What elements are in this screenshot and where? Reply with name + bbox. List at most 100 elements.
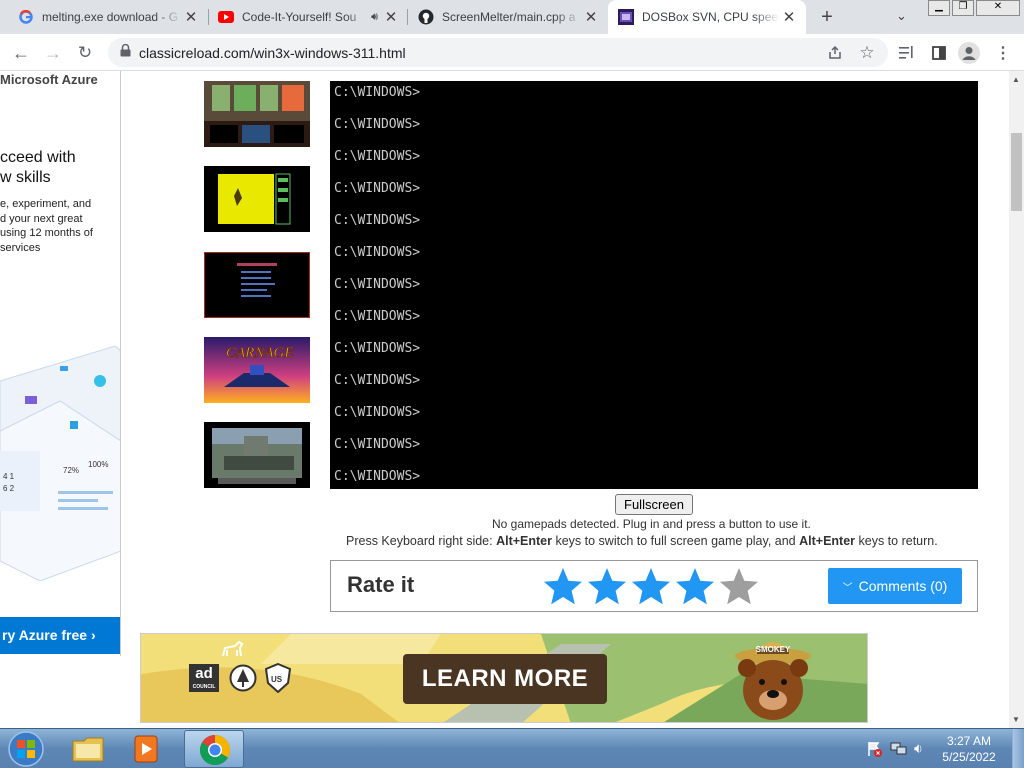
scroll-thumb[interactable]	[1011, 133, 1022, 211]
game-thumbnail[interactable]	[204, 422, 310, 488]
tab-title: ScreenMelter/main.cpp a	[442, 10, 576, 24]
svg-text:CARNAGE: CARNAGE	[226, 345, 294, 361]
dos-prompt-line: C:\WINDOWS>	[334, 213, 421, 228]
youtube-icon	[218, 9, 234, 25]
tab-search-chevron-icon[interactable]: ⌄	[896, 8, 907, 24]
tab-dosbox[interactable]: DOSBox SVN, CPU speed ✕	[608, 0, 806, 34]
usfs-shield-icon: US	[264, 662, 292, 698]
menu-kebab-icon[interactable]: ⋮	[990, 40, 1016, 66]
github-icon	[418, 9, 434, 25]
star-filled-icon[interactable]	[588, 568, 626, 605]
dos-prompt-line: C:\WINDOWS>	[334, 309, 421, 324]
tab-title: melting.exe download - G	[42, 10, 179, 24]
chevron-down-icon: ﹀	[842, 582, 853, 594]
svg-text:72%: 72%	[63, 466, 79, 475]
chrome-icon	[199, 735, 231, 766]
chrome-taskbar-button[interactable]	[184, 730, 244, 768]
rating-box: Rate it ﹀ Comments (0)	[330, 560, 978, 612]
star-empty-icon[interactable]	[720, 568, 758, 605]
dos-prompt-line: C:\WINDOWS>	[334, 277, 421, 292]
svg-text:4 1: 4 1	[3, 472, 15, 481]
comments-button[interactable]: ﹀ Comments (0)	[828, 568, 962, 604]
lock-icon[interactable]	[120, 43, 131, 62]
dos-prompt-line: C:\WINDOWS>	[334, 117, 421, 132]
tab-github[interactable]: ScreenMelter/main.cpp a ✕	[408, 0, 608, 34]
fullscreen-button[interactable]: Fullscreen	[615, 494, 693, 515]
azure-body: e, experiment, and	[0, 198, 92, 210]
azure-ad[interactable]: Microsoft Azure cceed with w skills e, e…	[0, 71, 121, 656]
close-tab-icon[interactable]: ✕	[582, 8, 600, 26]
close-tab-icon[interactable]: ✕	[780, 8, 798, 26]
back-icon[interactable]: ←	[8, 40, 34, 66]
svg-text:6 2: 6 2	[3, 484, 15, 493]
dos-prompt-line: C:\WINDOWS>	[334, 373, 421, 388]
azure-tagline: cceed with	[0, 149, 76, 166]
new-tab-icon[interactable]: +	[816, 6, 838, 28]
dos-prompt-line: C:\WINDOWS>	[334, 149, 421, 164]
game-thumbnail[interactable]	[204, 252, 310, 318]
browser-toolbar: ← → ↻ classicreload.com/win3x-windows-31…	[0, 34, 1024, 71]
svg-text:US: US	[271, 675, 283, 684]
rating-stars[interactable]	[541, 566, 761, 608]
network-icon[interactable]	[890, 741, 908, 762]
side-panel-icon[interactable]	[926, 40, 952, 66]
learn-more-button[interactable]: LEARN MORE	[403, 654, 607, 704]
google-icon	[18, 9, 34, 25]
media-player-icon[interactable]	[128, 733, 164, 770]
tab-melting[interactable]: melting.exe download - G ✕	[8, 0, 208, 34]
profile-avatar-icon[interactable]	[956, 40, 982, 66]
dos-prompt-line: C:\WINDOWS>	[334, 469, 421, 484]
close-tab-icon[interactable]: ✕	[182, 8, 200, 26]
minimize-icon[interactable]: ▁	[928, 0, 950, 16]
comments-label: Comments (0)	[858, 578, 948, 594]
dos-prompt-line: C:\WINDOWS>	[334, 181, 421, 196]
action-center-flag-icon[interactable]	[866, 741, 882, 762]
tab-youtube[interactable]: Code-It-Yourself! Sou 🔊︎ ✕	[208, 0, 408, 34]
star-filled-icon[interactable]	[676, 568, 714, 605]
dos-prompt-line: C:\WINDOWS>	[334, 85, 421, 100]
azure-heading: Microsoft Azure	[0, 72, 98, 87]
speaker-icon[interactable]: 🔊︎	[371, 11, 378, 24]
windows-taskbar: 🔉︎ 3:27 AM 5/25/2022	[0, 728, 1024, 768]
address-bar[interactable]: classicreload.com/win3x-windows-311.html	[108, 38, 888, 67]
url-text: classicreload.com/win3x-windows-311.html	[139, 44, 406, 61]
show-desktop-button[interactable]	[1012, 729, 1024, 768]
tab-title: DOSBox SVN, CPU speed	[642, 10, 780, 24]
smokey-bear-illustration: SMOKEY	[733, 634, 813, 722]
file-explorer-icon[interactable]	[70, 733, 106, 770]
star-filled-icon[interactable]	[632, 568, 670, 605]
scroll-up-icon[interactable]: ▲	[1012, 75, 1020, 84]
reading-list-icon[interactable]	[894, 40, 920, 66]
star-filled-icon[interactable]	[544, 568, 582, 605]
azure-cta-button[interactable]: ry Azure free ›	[0, 617, 120, 654]
volume-icon[interactable]: 🔉︎	[914, 740, 923, 757]
scroll-down-icon[interactable]: ▼	[1012, 715, 1020, 724]
close-tab-icon[interactable]: ✕	[382, 8, 400, 26]
azure-body: services	[0, 241, 41, 254]
dos-prompt-line: C:\WINDOWS>	[334, 405, 421, 420]
share-icon[interactable]	[822, 40, 848, 66]
tab-title: Code-It-Yourself! Sou	[242, 10, 357, 24]
close-window-icon[interactable]: ✕	[976, 0, 1020, 16]
dosbox-emulator-screen[interactable]: C:\WINDOWS> C:\WINDOWS> C:\WINDOWS> C:\WIND…	[330, 81, 978, 489]
start-button-icon[interactable]	[6, 730, 46, 773]
dos-prompt-line: C:\WINDOWS>	[334, 437, 421, 452]
restore-icon[interactable]: ❐	[952, 0, 974, 16]
smokey-bear-ad[interactable]: ad COUNCIL US LEARN MORE SMOKEY	[140, 633, 868, 723]
game-thumbnail[interactable]	[204, 81, 310, 147]
reload-icon[interactable]: ↻	[72, 40, 98, 66]
azure-body: d your next great	[0, 212, 83, 225]
page-scrollbar[interactable]: ▲ ▼	[1009, 71, 1024, 728]
azure-dashboard-illustration: 4 1 6 2 72% 100%	[0, 345, 120, 581]
svg-text:100%: 100%	[88, 460, 108, 469]
ad-council-logo: ad COUNCIL	[189, 664, 219, 692]
forward-icon[interactable]: →	[40, 40, 66, 66]
bookmark-star-icon[interactable]: ☆	[854, 40, 880, 66]
dos-prompt-line: C:\WINDOWS>	[334, 341, 421, 356]
dos-prompt-line: C:\WINDOWS>	[334, 245, 421, 260]
system-clock[interactable]: 3:27 AM 5/25/2022	[934, 733, 1004, 765]
game-thumbnail[interactable]	[204, 166, 310, 232]
gamepad-notice: No gamepads detected. Plug in and press …	[492, 517, 811, 531]
game-thumbnail[interactable]: CARNAGE	[204, 337, 310, 403]
smokey-hat-text: SMOKEY	[755, 645, 791, 654]
